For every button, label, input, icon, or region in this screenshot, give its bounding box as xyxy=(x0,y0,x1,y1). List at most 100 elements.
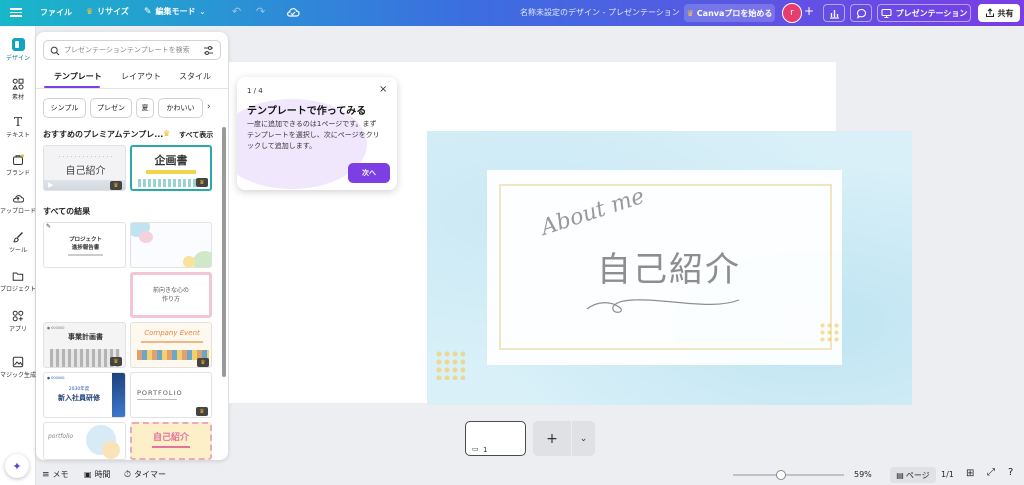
add-page-options-button[interactable]: ⌄ xyxy=(572,421,595,456)
chip-label: シンプル xyxy=(50,104,79,112)
cloud-sync-icon[interactable] xyxy=(286,5,300,19)
template-thumb-watercolor[interactable] xyxy=(130,222,212,268)
filter-icon[interactable] xyxy=(203,45,214,56)
pages-view-button[interactable]: ▤ ページ xyxy=(890,467,936,483)
rail-item-design[interactable]: デザイン xyxy=(0,38,36,62)
chip-cute[interactable]: かわいい xyxy=(158,98,203,118)
thumb-title: 事業計画書 xyxy=(68,333,103,341)
chip-summer[interactable]: 夏 xyxy=(136,98,154,118)
chip-simple[interactable]: シンプル xyxy=(43,98,86,118)
tab-label: レイアウト xyxy=(121,72,161,81)
stopwatch-icon: ⏱ xyxy=(124,469,132,480)
menu-icon[interactable] xyxy=(10,6,22,18)
close-icon[interactable]: × xyxy=(379,84,387,95)
comments-button[interactable] xyxy=(850,4,872,22)
magic-assistant-button[interactable]: ✦ xyxy=(5,454,29,478)
see-all-link[interactable]: すべて表示 xyxy=(179,130,213,140)
share-button[interactable]: 共有 xyxy=(978,4,1020,22)
rail-item-apps[interactable]: アプリ xyxy=(0,310,36,333)
tab-styles[interactable]: スタイル xyxy=(179,71,211,82)
rail-item-label: ブランド xyxy=(5,170,30,177)
grid-view-icon[interactable]: ⊞ xyxy=(966,468,974,479)
undo-icon[interactable]: ↶ xyxy=(232,5,241,18)
comment-icon: ▭ xyxy=(472,445,479,453)
magic-media-icon xyxy=(12,356,24,368)
thumb-title: portfolio xyxy=(48,433,74,440)
notes-button[interactable]: ≡ メモ xyxy=(42,469,69,480)
chevron-right-icon[interactable]: › xyxy=(207,102,211,112)
zoom-slider-track[interactable] xyxy=(733,474,844,476)
template-thumb-positive-mind[interactable]: 前向きな心の 作り方 xyxy=(130,272,212,318)
folder-icon xyxy=(12,272,24,281)
document-title[interactable]: 名称未設定のデザイン - プレゼンテーション xyxy=(520,7,680,18)
fullscreen-icon[interactable]: ⤢ xyxy=(987,467,995,478)
bottom-bar: ≡ メモ ▣ 時間 ⏱ タイマー 59% ▤ ページ 1/1 ⊞ ⤢ ? xyxy=(36,465,1024,485)
template-thumb-new-employee[interactable]: ● 000000 2030年度 新入社員研修 xyxy=(43,372,126,418)
tooltip-step: 1 / 4 xyxy=(247,87,263,95)
tab-layouts[interactable]: レイアウト xyxy=(121,71,161,82)
panel-scrollbar[interactable] xyxy=(222,127,226,377)
present-label: プレゼンテーション xyxy=(895,8,968,18)
template-thumb-business-plan[interactable]: ● 000000 事業計画書 ♛ xyxy=(43,322,126,368)
template-thumb-self-intro-colorful[interactable]: 自己紹介 xyxy=(130,422,212,460)
template-thumb-self-intro[interactable]: ・・・・・・・・・・・・・・ 自己紹介 ▶ ♛ xyxy=(43,145,126,191)
rail-item-label: テキスト xyxy=(6,132,30,139)
template-thumb-portfolio[interactable]: PORTFOLIO ♛ xyxy=(130,372,212,418)
bar-chart-icon xyxy=(829,9,839,19)
gold-splatter xyxy=(435,350,465,380)
add-page-button[interactable]: + xyxy=(533,421,571,456)
sparkle-icon: ✦ xyxy=(12,459,22,473)
help-icon[interactable]: ? xyxy=(1008,467,1013,478)
rail-item-uploads[interactable]: アップロード xyxy=(0,192,36,215)
rail-item-magic[interactable]: マジック生成 xyxy=(0,356,36,379)
tab-templates[interactable]: テンプレート xyxy=(54,71,102,82)
present-button[interactable]: プレゼンテーション xyxy=(877,4,971,22)
avatar-initial: r xyxy=(790,8,794,18)
tab-label: テンプレート xyxy=(54,72,102,81)
edit-mode-dropdown[interactable]: ✎ 編集モード ⌄ xyxy=(144,6,205,17)
next-button-label: 次へ xyxy=(362,169,376,177)
all-results-title: すべての結果 xyxy=(43,207,91,216)
thumb-title: プロジェクト xyxy=(68,237,102,243)
tooltip-body-line-1: 一度に追加できるのは1ページです。まず xyxy=(247,120,377,128)
plus-icon: + xyxy=(546,430,558,447)
template-thumb-proposal[interactable]: 企画書 ♛ xyxy=(130,145,212,191)
file-menu[interactable]: ファイル xyxy=(40,7,72,18)
crown-badge-icon: ♛ xyxy=(196,178,208,187)
zoom-slider-handle[interactable] xyxy=(776,470,787,480)
template-thumb-portfolio-soft[interactable]: portfolio xyxy=(43,422,126,460)
redo-icon[interactable]: ↷ xyxy=(256,5,265,18)
slide-title[interactable]: 自己紹介 xyxy=(597,242,741,291)
resize-button[interactable]: ♛ リサイズ xyxy=(86,6,129,17)
file-menu-label: ファイル xyxy=(40,8,72,17)
template-search-input[interactable]: プレゼンテーションテンプレートを検索 xyxy=(43,40,221,60)
onboarding-tooltip: 1 / 4 × テンプレートで作ってみる 一度に追加できるのは1ページです。まず… xyxy=(237,77,397,190)
insights-button[interactable] xyxy=(823,4,845,22)
rail-item-label: 素材 xyxy=(11,94,24,101)
avatar[interactable]: r xyxy=(782,3,802,23)
plus-icon[interactable]: + xyxy=(804,4,814,18)
crown-badge-icon: ♛ xyxy=(110,181,122,190)
canva-pro-button[interactable]: ♛ Canvaプロを始める xyxy=(684,4,775,22)
rail-item-elements[interactable]: 素材 xyxy=(0,78,36,101)
rail-item-label: マジック生成 xyxy=(0,372,37,379)
page-thumbnail[interactable]: ▭ 1 xyxy=(465,421,526,456)
zoom-level[interactable]: 59% xyxy=(854,470,872,479)
brush-icon xyxy=(13,232,23,243)
rail-item-tools[interactable]: ツール xyxy=(0,231,36,254)
page-number: 1 xyxy=(483,446,488,454)
rail-item-text[interactable]: T テキスト xyxy=(0,116,36,139)
tab-label: スタイル xyxy=(179,72,211,81)
rail-item-brand[interactable]: ブランド xyxy=(0,154,36,177)
chip-label: プレゼン xyxy=(97,104,125,112)
rail-item-projects[interactable]: プロジェクト xyxy=(0,270,36,293)
template-thumb-project-report[interactable]: ✎ プロジェクト 進捗報告書 xyxy=(43,222,126,268)
timer-button[interactable]: ⏱ タイマー xyxy=(124,469,166,480)
chip-presentation[interactable]: プレゼン xyxy=(90,98,132,118)
pin-icon: ✎ xyxy=(46,223,52,230)
template-thumb-company-event[interactable]: Company Event ♛ xyxy=(130,322,212,368)
next-button[interactable]: 次へ xyxy=(348,163,390,183)
brand-icon xyxy=(13,154,24,165)
duration-button[interactable]: ▣ 時間 xyxy=(84,469,111,480)
thumb-title: Company Event xyxy=(144,329,200,337)
